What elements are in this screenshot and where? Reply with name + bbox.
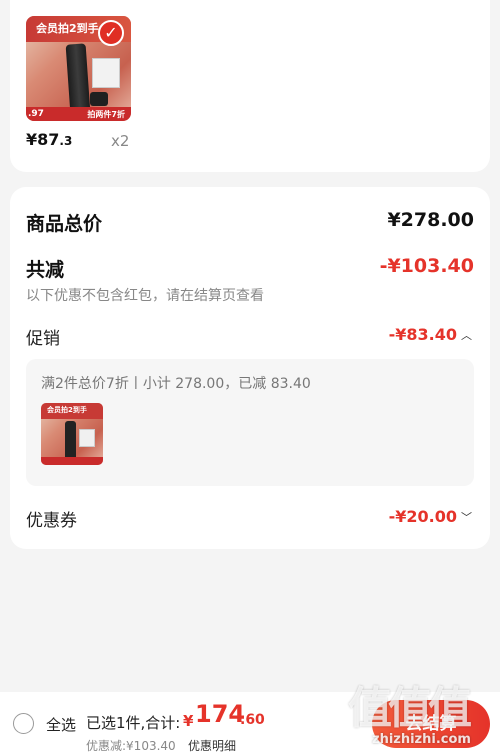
reduction-value: -¥103.40 — [379, 255, 474, 277]
product-price: ¥87.3 — [26, 130, 72, 149]
select-all-radio[interactable] — [13, 713, 34, 734]
product-box-image — [92, 58, 120, 88]
product-quantity: x2 — [111, 132, 130, 150]
discount-detail-link[interactable]: 优惠明细 — [188, 737, 236, 754]
product-tube-image — [65, 43, 91, 115]
product-price-decimal: .3 — [59, 134, 73, 148]
thumbnail-discount-badge: .97 — [28, 109, 44, 119]
thumbnail-footer-text: 拍两件7折 — [87, 110, 125, 119]
product-box-image — [79, 429, 95, 447]
promotion-label: 促销 — [26, 329, 60, 349]
coupon-value: -¥20.00 — [388, 507, 457, 526]
promotion-detail-box: 满2件总价7折丨小计 278.00，已减 83.40 会员拍2到手 — [26, 359, 474, 486]
coupon-toggle[interactable]: -¥20.00 ﹀ — [389, 507, 472, 526]
product-tube-image — [65, 421, 76, 461]
promotion-value: -¥83.40 — [388, 325, 457, 344]
thumbnail-banner-text: 会员拍2到手 — [47, 406, 87, 414]
promotion-toggle[interactable]: -¥83.40 ︿ — [389, 325, 472, 344]
goods-total-value: ¥278.00 — [387, 209, 474, 231]
product-price-main: ¥87 — [26, 130, 60, 149]
product-jar-image — [90, 92, 108, 106]
select-all-label[interactable]: 全选 — [46, 714, 76, 735]
selected-check-icon[interactable]: ✓ — [98, 20, 124, 46]
goods-total-label: 商品总价 — [26, 213, 103, 235]
discount-note: 以下优惠不包含红包，请在结算页查看 — [26, 288, 264, 304]
promotion-product-thumbnail[interactable]: 会员拍2到手 — [41, 403, 103, 465]
chevron-up-icon: ︿ — [461, 328, 472, 342]
thumbnail-footer-strip — [41, 457, 103, 465]
watermark-url: zhizhizhi.com — [372, 732, 471, 747]
price-summary-card: 商品总价 ¥278.00 共减 -¥103.40 以下优惠不包含红包，请在结算页… — [10, 187, 490, 549]
thumbnail-banner-text: 会员拍2到手 — [36, 22, 99, 35]
total-amount-decimal: .60 — [240, 712, 265, 728]
total-currency-symbol: ¥ — [183, 712, 194, 730]
total-amount-integer: 174 — [195, 700, 246, 728]
reduction-label: 共减 — [26, 259, 65, 281]
watermark-logo: 值值值 — [348, 683, 472, 734]
chevron-down-icon: ﹀ — [461, 510, 472, 524]
coupon-label: 优惠券 — [26, 511, 77, 531]
selected-count-text: 已选1件,合计: — [86, 714, 181, 732]
discount-amount-text: 优惠减:¥103.40 — [86, 739, 176, 753]
promotion-detail-text: 满2件总价7折丨小计 278.00，已减 83.40 — [41, 376, 311, 392]
